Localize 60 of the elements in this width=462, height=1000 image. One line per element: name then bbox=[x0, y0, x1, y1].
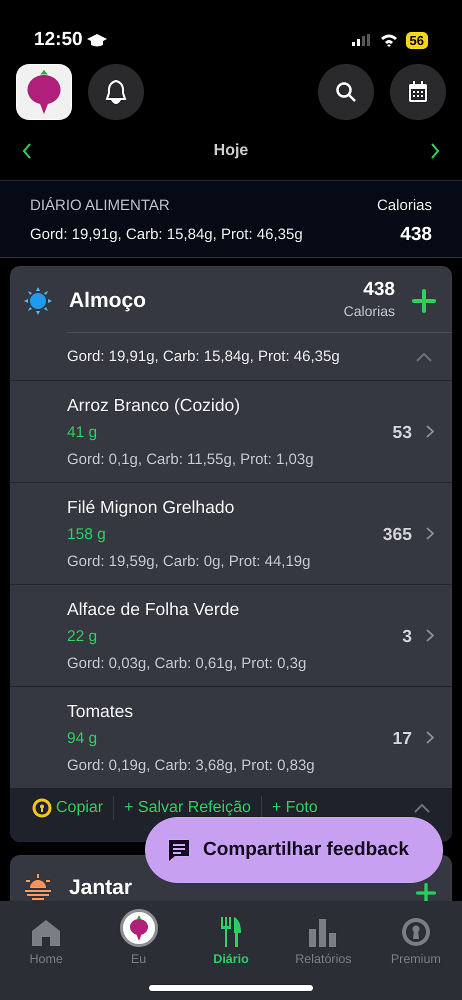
date-label: Hoje bbox=[214, 141, 248, 161]
signal-icon bbox=[352, 34, 372, 46]
food-name: Tomates bbox=[67, 700, 134, 723]
plus-icon bbox=[412, 288, 436, 313]
food-amount: 94 g bbox=[67, 729, 98, 750]
calories-label: Calorias bbox=[344, 302, 395, 321]
keyhole-coin-icon bbox=[32, 798, 52, 818]
keyhole-badge-icon[interactable] bbox=[400, 917, 431, 947]
home-icon[interactable] bbox=[31, 919, 62, 947]
bell-icon bbox=[104, 79, 128, 105]
food-amount: 22 g bbox=[67, 627, 98, 648]
graduation-cap-icon bbox=[86, 32, 107, 48]
food-amount: 158 g bbox=[67, 525, 107, 546]
food-calories: 53 bbox=[392, 420, 412, 444]
food-calories: 3 bbox=[402, 624, 412, 648]
chevron-right-icon bbox=[426, 629, 434, 642]
tab[interactable]: Diário bbox=[184, 907, 278, 1000]
time: 12:50 bbox=[34, 28, 83, 52]
calendar-icon bbox=[408, 81, 428, 103]
plus-icon bbox=[416, 883, 436, 904]
chevron-right-icon bbox=[426, 527, 434, 540]
app-logo[interactable] bbox=[16, 64, 72, 120]
food-amount: 41 g bbox=[67, 423, 98, 444]
search-icon bbox=[335, 81, 357, 103]
message-icon bbox=[167, 838, 191, 862]
chevron-right-icon bbox=[426, 425, 434, 438]
calories-total: 438 bbox=[399, 222, 432, 246]
add-food-button[interactable] bbox=[412, 288, 436, 314]
food-calories: 365 bbox=[382, 522, 412, 546]
food-calories: 17 bbox=[392, 726, 412, 750]
food-macros: Gord: 0,1g, Carb: 11,55g, Prot: 1,03g bbox=[67, 450, 315, 470]
meal-name: Almoço bbox=[69, 288, 148, 314]
action-link[interactable]: Copiar bbox=[32, 796, 114, 820]
calories-label: Calorias bbox=[376, 196, 432, 216]
chevron-right-icon bbox=[430, 142, 440, 159]
food-row[interactable]: Arroz Branco (Cozido) 41 g Gord: 0,1g, Carb: 11,55g, Prot: 1,03g 53 bbox=[10, 380, 452, 482]
food-name: Arroz Branco (Cozido) bbox=[67, 394, 242, 417]
macro-summary: Gord: 19,91g, Carb: 15,84g, Prot: 46,35g bbox=[67, 346, 340, 367]
chevron-up-icon[interactable] bbox=[414, 803, 430, 814]
food-row[interactable]: Filé Mignon Grelhado 158 g Gord: 19,59g, Carb: 0g, Prot: 44,19g 365 bbox=[10, 482, 452, 584]
macro-summary: Gord: 19,91g, Carb: 15,84g, Prot: 46,35g bbox=[30, 224, 303, 244]
food-macros: Gord: 19,59g, Carb: 0g, Prot: 44,19g bbox=[67, 552, 312, 572]
food-macros: Gord: 0,19g, Carb: 3,68g, Prot: 0,83g bbox=[67, 756, 316, 776]
food-name: Alface de Folha Verde bbox=[67, 598, 240, 621]
section-title: DIÁRIO ALIMENTAR bbox=[30, 196, 171, 216]
food-row[interactable]: Alface de Folha Verde 22 g Gord: 0,03g, Carb: 0,61g, Prot: 0,3g 3 bbox=[10, 584, 452, 686]
meal-calories: 438 bbox=[362, 280, 395, 301]
sun-icon bbox=[24, 286, 52, 315]
sunset-icon bbox=[24, 874, 52, 900]
avatar-icon[interactable] bbox=[120, 909, 158, 947]
feedback-toast[interactable]: Compartilhar feedback bbox=[145, 817, 443, 883]
chevron-right-icon bbox=[426, 731, 434, 744]
bar-chart-icon[interactable] bbox=[309, 919, 338, 947]
food-name: Filé Mignon Grelhado bbox=[67, 496, 236, 519]
food-macros: Gord: 0,03g, Carb: 0,61g, Prot: 0,3g bbox=[67, 654, 308, 674]
utensils-icon[interactable] bbox=[220, 917, 242, 947]
battery-icon: 56 bbox=[406, 32, 428, 48]
chevron-left-icon bbox=[22, 142, 32, 159]
wifi-icon bbox=[380, 34, 398, 46]
meal-name: Jantar bbox=[69, 874, 134, 901]
